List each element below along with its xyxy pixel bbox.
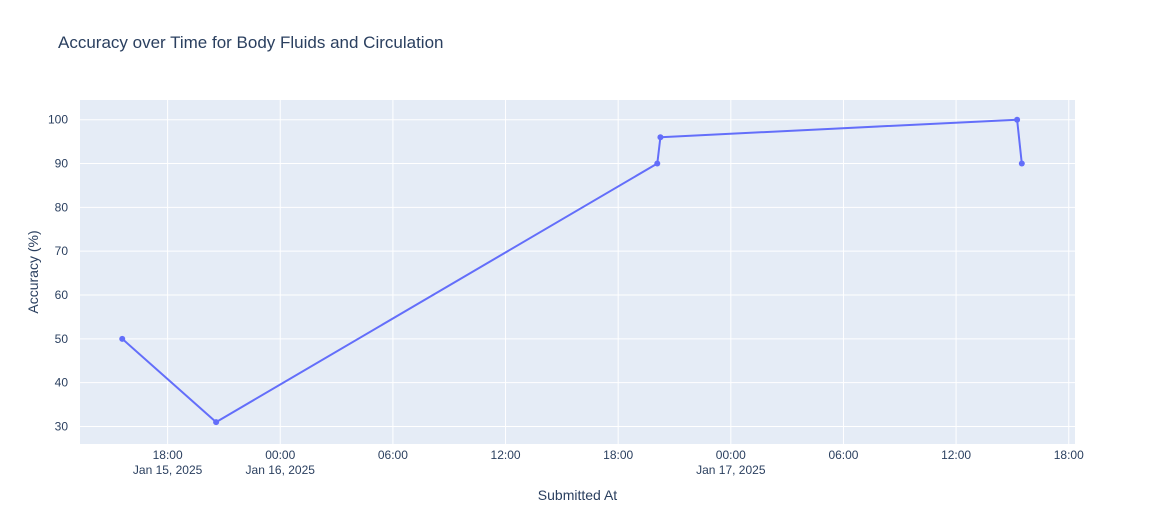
y-tick-label: 30	[55, 419, 69, 433]
x-tick-date-label: Jan 15, 2025	[133, 463, 203, 477]
x-tick-label: 00:00	[265, 448, 295, 462]
y-axis-ticks: 30 40 50 60 70 80 90 100	[48, 113, 68, 434]
x-tick-label: 00:00	[716, 448, 746, 462]
x-tick-label: 12:00	[491, 448, 521, 462]
x-tick-label: 06:00	[828, 448, 858, 462]
y-tick-label: 60	[55, 288, 69, 302]
y-tick-label: 80	[55, 200, 69, 214]
x-axis-ticks: 18:00Jan 15, 202500:00Jan 16, 202506:00 1…	[133, 448, 1084, 477]
x-tick-label: 18:00	[603, 448, 633, 462]
data-point	[657, 134, 664, 141]
x-tick-date-label: Jan 16, 2025	[246, 463, 316, 477]
data-point	[213, 419, 220, 426]
x-tick-label: 18:00	[153, 448, 183, 462]
x-tick-label: 18:00	[1054, 448, 1084, 462]
data-point	[1014, 116, 1021, 123]
plot-area	[80, 100, 1075, 444]
y-axis-label: Accuracy (%)	[25, 230, 41, 314]
x-axis-label: Submitted At	[537, 487, 618, 503]
data-point	[1018, 160, 1025, 167]
y-tick-label: 70	[55, 244, 69, 258]
x-tick-label: 06:00	[378, 448, 408, 462]
data-point	[654, 160, 661, 167]
y-tick-label: 90	[55, 157, 69, 171]
y-tick-label: 40	[55, 376, 69, 390]
y-tick-label: 100	[48, 113, 68, 127]
y-tick-label: 50	[55, 332, 69, 346]
x-tick-date-label: Jan 17, 2025	[696, 463, 766, 477]
data-point	[119, 335, 126, 342]
line-chart: 18:00Jan 15, 202500:00Jan 16, 202506:00 1…	[48, 100, 1084, 477]
x-tick-label: 12:00	[941, 448, 971, 462]
